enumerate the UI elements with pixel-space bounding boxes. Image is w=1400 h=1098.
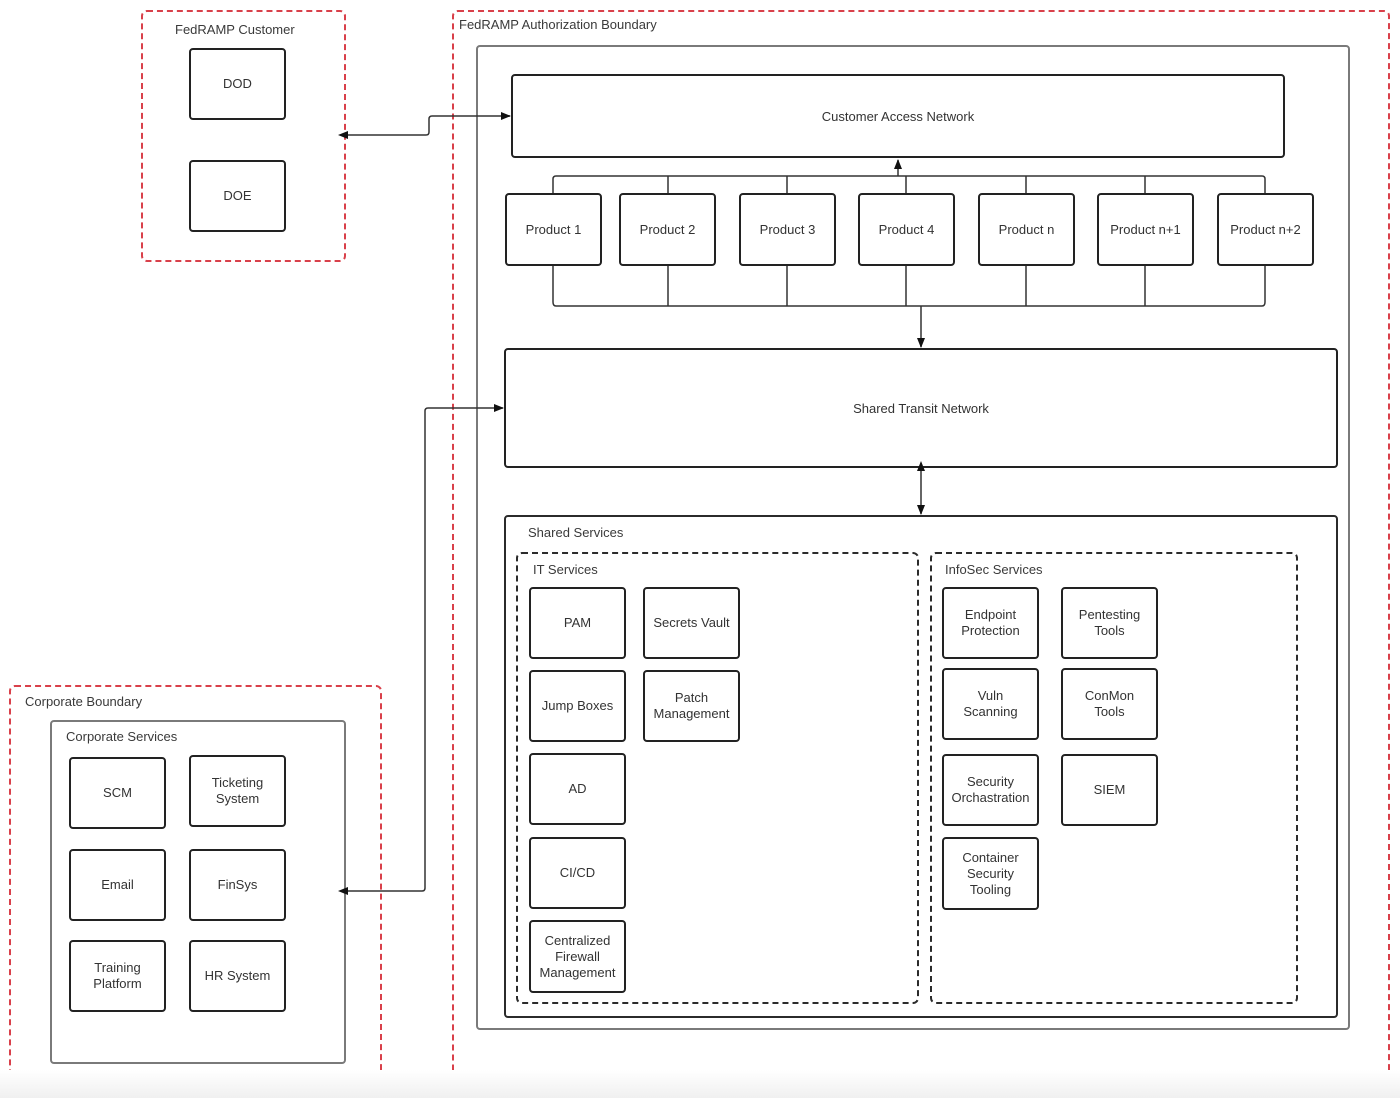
infosec-container-security-tooling[interactable]: Container Security Tooling (942, 837, 1039, 910)
infosec-vuln-scanning[interactable]: Vuln Scanning (942, 668, 1039, 740)
it-cicd[interactable]: CI/CD (529, 837, 626, 909)
product-2[interactable]: Product 2 (619, 193, 716, 266)
corp-scm[interactable]: SCM (69, 757, 166, 829)
corp-email[interactable]: Email (69, 849, 166, 921)
customer-dod[interactable]: DOD (189, 48, 286, 120)
it-secrets-vault[interactable]: Secrets Vault (643, 587, 740, 659)
corp-hr-system[interactable]: HR System (189, 940, 286, 1012)
customer-doe[interactable]: DOE (189, 160, 286, 232)
product-1[interactable]: Product 1 (505, 193, 602, 266)
shared-services-label: Shared Services (528, 525, 624, 540)
corp-finsys[interactable]: FinSys (189, 849, 286, 921)
infosec-endpoint-protection[interactable]: Endpoint Protection (942, 587, 1039, 659)
corporate-boundary-label: Corporate Boundary (25, 694, 143, 709)
corporate-services-label: Corporate Services (66, 729, 178, 744)
it-ad[interactable]: AD (529, 753, 626, 825)
product-n-plus-1[interactable]: Product n+1 (1097, 193, 1194, 266)
fedramp-customer-label: FedRAMP Customer (175, 22, 295, 37)
corp-ticketing-system[interactable]: Ticketing System (189, 755, 286, 827)
infosec-pentesting-tools[interactable]: Pentesting Tools (1061, 587, 1158, 659)
product-n[interactable]: Product n (978, 193, 1075, 266)
product-4[interactable]: Product 4 (858, 193, 955, 266)
it-pam[interactable]: PAM (529, 587, 626, 659)
it-services-label: IT Services (533, 562, 598, 577)
bottom-fade (0, 1070, 1400, 1098)
product-n-plus-2[interactable]: Product n+2 (1217, 193, 1314, 266)
shared-transit-network[interactable]: Shared Transit Network (504, 348, 1338, 468)
product-3[interactable]: Product 3 (739, 193, 836, 266)
it-centralized-firewall-management[interactable]: Centralized Firewall Management (529, 920, 626, 993)
corp-training-platform[interactable]: Training Platform (69, 940, 166, 1012)
it-patch-management[interactable]: Patch Management (643, 670, 740, 742)
customer-access-network[interactable]: Customer Access Network (511, 74, 1285, 158)
infosec-services-label: InfoSec Services (945, 562, 1043, 577)
infosec-security-orchestration[interactable]: Security Orchastration (942, 754, 1039, 826)
authorization-boundary-label: FedRAMP Authorization Boundary (459, 17, 657, 32)
infosec-siem[interactable]: SIEM (1061, 754, 1158, 826)
infosec-conmon-tools[interactable]: ConMon Tools (1061, 668, 1158, 740)
it-jump-boxes[interactable]: Jump Boxes (529, 670, 626, 742)
